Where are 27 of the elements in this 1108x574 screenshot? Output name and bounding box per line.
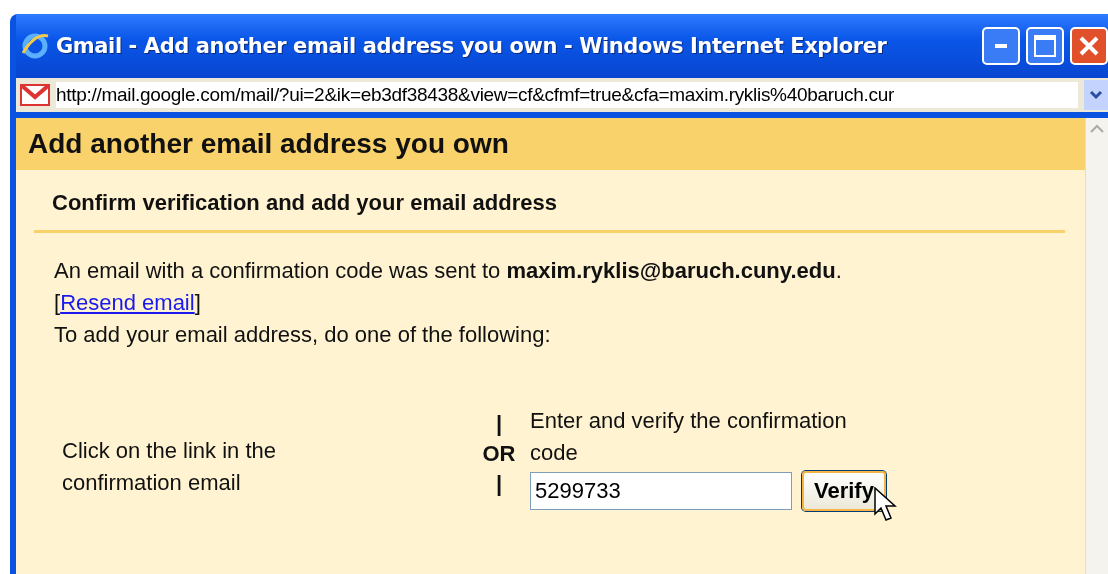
confirmation-message: An email with a confirmation code was sent to maxim.ryklis@baruch.cuny.edu.	[54, 258, 842, 283]
option-text: Click on the link in the confirmation email	[62, 437, 277, 497]
or-label: OR	[482, 440, 516, 468]
separator-text: |	[495, 410, 503, 438]
instruction-text: To add your email address, do one of the following:	[54, 322, 551, 347]
address-field[interactable]: http://mail.google.com/mail/?ui=2&ik=eb3df38438&view=cf&cfmf=true&cfa=maxim.ryklis%40baruch.cur	[56, 82, 1078, 108]
separator-text: |	[495, 470, 503, 498]
window-title: Gmail - Add another email address you own - Windows Internet Explorer	[56, 34, 888, 58]
chevron-down-icon	[1089, 90, 1103, 100]
code-label: Enter and verify the confirmation code	[530, 408, 847, 465]
page-heading: Add another email address you own	[16, 118, 1085, 170]
maximize-icon	[1034, 35, 1056, 57]
code-field[interactable]: 5299733	[530, 472, 792, 510]
close-button[interactable]	[1070, 27, 1108, 65]
bracket: ]	[194, 290, 201, 315]
dropdown-button[interactable]	[1084, 80, 1108, 110]
browser-logo-icon	[20, 31, 50, 61]
scroll-up-icon[interactable]	[1089, 122, 1105, 134]
minimize-button[interactable]	[982, 27, 1020, 65]
close-icon	[1079, 36, 1099, 56]
bracket: [	[54, 290, 61, 315]
mail-envelope-icon	[20, 84, 50, 106]
section-title: Confirm verification and add your email address	[34, 182, 1065, 233]
minimize-icon	[995, 44, 1007, 48]
mouse-pointer-icon	[874, 487, 898, 523]
maximize-button[interactable]	[1026, 27, 1064, 65]
resend-email-link[interactable]: Resend email	[60, 290, 195, 315]
